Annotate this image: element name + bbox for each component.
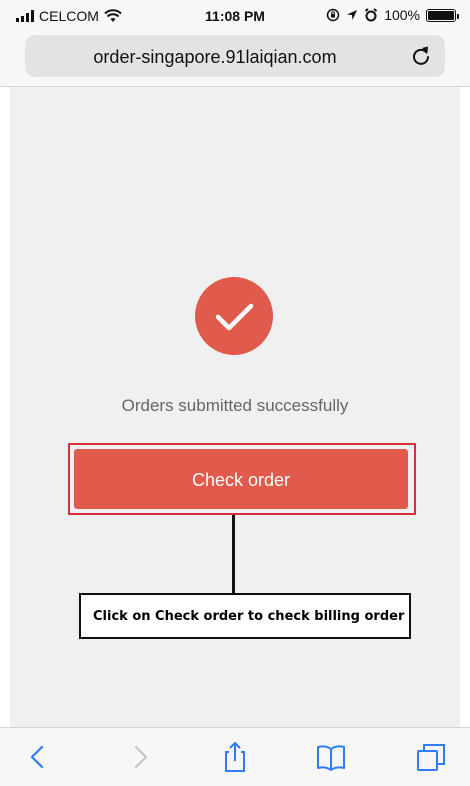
reload-icon[interactable] [409,44,433,68]
bookmarks-icon[interactable] [314,740,348,774]
check-order-button[interactable]: Check order [74,449,408,509]
browser-address-area: order-singapore.91laiqian.com [0,30,470,87]
alarm-icon [365,8,378,22]
battery-fill [428,10,454,20]
tabs-icon[interactable] [414,740,448,774]
browser-toolbar [0,727,470,786]
annotation-text: Click on Check order to check billing or… [93,609,405,624]
location-icon [347,10,358,20]
page-content: Orders submitted successfully Check orde… [10,87,460,727]
annotation-callout: Click on Check order to check billing or… [79,593,411,639]
forward-icon[interactable] [122,740,156,774]
url-text[interactable]: order-singapore.91laiqian.com [25,47,405,68]
success-message: Orders submitted successfully [121,396,349,415]
lock-rotation-icon [326,8,340,22]
battery-icon [426,8,459,22]
back-icon[interactable] [22,740,56,774]
status-right: 100% [326,7,459,23]
share-icon[interactable] [218,740,252,774]
status-bar: CELCOM 11:08 PM 100% [0,0,470,30]
annotation-connector [232,515,235,595]
battery-percent: 100% [384,7,420,23]
address-bar[interactable]: order-singapore.91laiqian.com [25,35,445,77]
success-icon [195,277,273,355]
checkmark-icon [215,303,254,331]
